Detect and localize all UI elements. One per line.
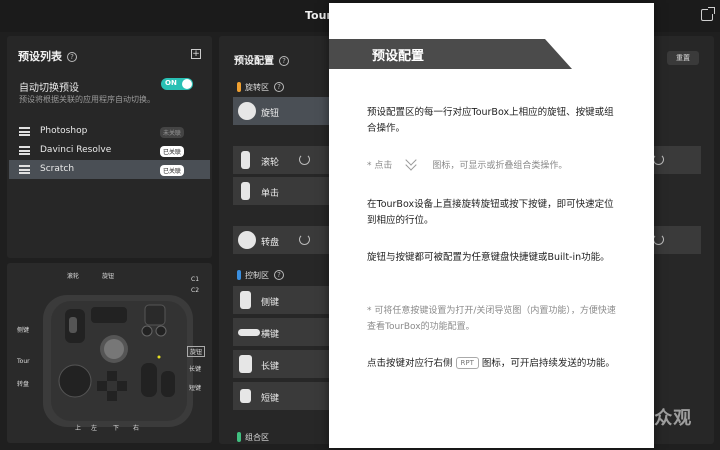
rotate-icon[interactable] xyxy=(299,234,310,245)
preset-config-title: 预设配置? xyxy=(234,52,289,67)
preset-list: Photoshop 未关联 Davinci Resolve 已关联 Scratc… xyxy=(9,122,210,179)
hamburger-icon xyxy=(19,146,30,155)
label-c1: C1 xyxy=(191,276,200,283)
row-knob[interactable]: 旋钮 xyxy=(233,97,343,125)
preset-item-photoshop[interactable]: Photoshop 未关联 xyxy=(9,122,210,141)
label-long: 长键 xyxy=(189,366,202,373)
section-rotate: 旋转区? xyxy=(237,82,284,93)
auto-switch-toggle[interactable]: ON xyxy=(161,78,193,90)
label-tour: Tour xyxy=(17,358,30,365)
tourbox-device-image xyxy=(43,295,193,427)
window-title: Tour xyxy=(305,9,332,22)
side-key-icon xyxy=(240,291,251,309)
preset-item-scratch[interactable]: Scratch 已关联 xyxy=(9,160,210,179)
overlay-heading: 预设配置 xyxy=(372,49,425,64)
long-key-icon xyxy=(239,355,252,373)
preset-item-davinci-resolve[interactable]: Davinci Resolve 已关联 xyxy=(9,141,210,160)
scroll-wheel-icon xyxy=(241,182,250,200)
preset-name: Davinci Resolve xyxy=(40,145,112,155)
help-paragraph-4: 旋钮与按键都可被配置为任意键盘快捷键或Built-in功能。 xyxy=(367,252,610,263)
hamburger-icon xyxy=(19,165,30,174)
help-paragraph-2: * 点击 图标，可显示或折叠组合类操作。 xyxy=(367,158,617,174)
overlay-heading-ribbon: 预设配置 xyxy=(329,39,572,69)
label-down: 下 xyxy=(113,425,120,432)
label-side: 侧键 xyxy=(17,327,30,334)
label-left: 左 xyxy=(91,425,98,432)
row-side[interactable]: 侧键 xyxy=(233,286,343,314)
section-color-bar xyxy=(237,82,241,92)
knob-icon xyxy=(238,102,256,120)
link-status-badge: 未关联 xyxy=(160,127,185,138)
label-up: 上 xyxy=(75,425,82,432)
preset-name: Scratch xyxy=(40,164,75,174)
preset-name: Photoshop xyxy=(40,126,88,136)
label-knob-selected: 旋钮 xyxy=(187,346,206,357)
rotate-icon[interactable] xyxy=(653,154,664,165)
help-paragraph-5: * 可将任意按键设置为打开/关闭导览图（内置功能），方便快速查看TourBox的… xyxy=(367,306,616,332)
label-c2: C2 xyxy=(191,287,200,294)
auto-switch-description: 预设将根据关联的应用程序自动切换。 xyxy=(19,95,155,104)
row-long[interactable]: 长键 xyxy=(233,350,343,378)
label-dial: 转盘 xyxy=(17,381,30,388)
label-knob: 滚轮 xyxy=(67,273,80,280)
rpt-badge: RPT xyxy=(455,357,479,369)
short-key-icon xyxy=(240,389,251,403)
help-paragraph-3: 在TourBox设备上直接旋转旋钮或按下按键，即可快速定位到相应的行位。 xyxy=(367,199,614,226)
help-icon[interactable]: ? xyxy=(274,270,284,280)
help-overlay: 预设配置 预设配置区的每一行对应TourBox上相应的旋钮、按键或组合操作。 *… xyxy=(329,3,654,448)
row-scroll[interactable]: 滚轮 xyxy=(233,146,343,174)
help-icon[interactable]: ? xyxy=(67,52,77,62)
preset-list-panel: 预设列表? + 自动切换预设 ON 预设将根据关联的应用程序自动切换。 Phot… xyxy=(7,36,212,258)
section-color-bar xyxy=(237,432,241,442)
link-status-badge: 已关联 xyxy=(160,165,185,176)
link-status-badge: 已关联 xyxy=(160,146,185,157)
help-icon[interactable]: ? xyxy=(279,56,289,66)
row-dial-right[interactable] xyxy=(649,226,701,254)
reset-button[interactable]: 重置 xyxy=(667,51,699,65)
row-dial[interactable]: 转盘 xyxy=(233,226,343,254)
section-combo: 组合区 xyxy=(237,432,269,443)
help-paragraph-1: 预设配置区的每一行对应TourBox上相应的旋钮、按键或组合操作。 xyxy=(367,107,614,134)
label-right: 右 xyxy=(133,425,140,432)
dial-icon xyxy=(238,231,256,249)
external-window-icon[interactable] xyxy=(701,7,715,21)
double-chevron-down-icon xyxy=(398,158,426,170)
row-short[interactable]: 短键 xyxy=(233,382,343,410)
rotate-icon[interactable] xyxy=(653,234,664,245)
scroll-wheel-icon xyxy=(241,151,250,169)
help-icon[interactable]: ? xyxy=(274,82,284,92)
label-short: 短键 xyxy=(189,385,202,392)
row-scroll-right[interactable] xyxy=(649,146,701,174)
preset-list-title: 预设列表? xyxy=(18,48,77,64)
label-scroll: 旋钮 xyxy=(102,273,115,280)
auto-switch-label: 自动切换预设 xyxy=(19,83,79,94)
rotate-icon[interactable] xyxy=(299,154,310,165)
help-paragraph-6: 点击按键对应行右侧 RPT 图标，可开启持续发送的功能。 xyxy=(367,357,615,369)
top-key-icon xyxy=(238,329,260,336)
add-preset-button[interactable]: + xyxy=(191,49,201,59)
row-top[interactable]: 横键 xyxy=(233,318,343,346)
section-control: 控制区? xyxy=(237,270,284,281)
device-diagram-panel: 滚轮 旋钮 C1 C2 侧键 旋钮 Tour 长键 转盘 短键 上 左 下 右 xyxy=(7,263,212,443)
section-color-bar xyxy=(237,270,241,280)
row-click[interactable]: 单击 xyxy=(233,177,343,205)
hamburger-icon xyxy=(19,127,30,136)
watermark: 新 众观 xyxy=(628,408,693,429)
